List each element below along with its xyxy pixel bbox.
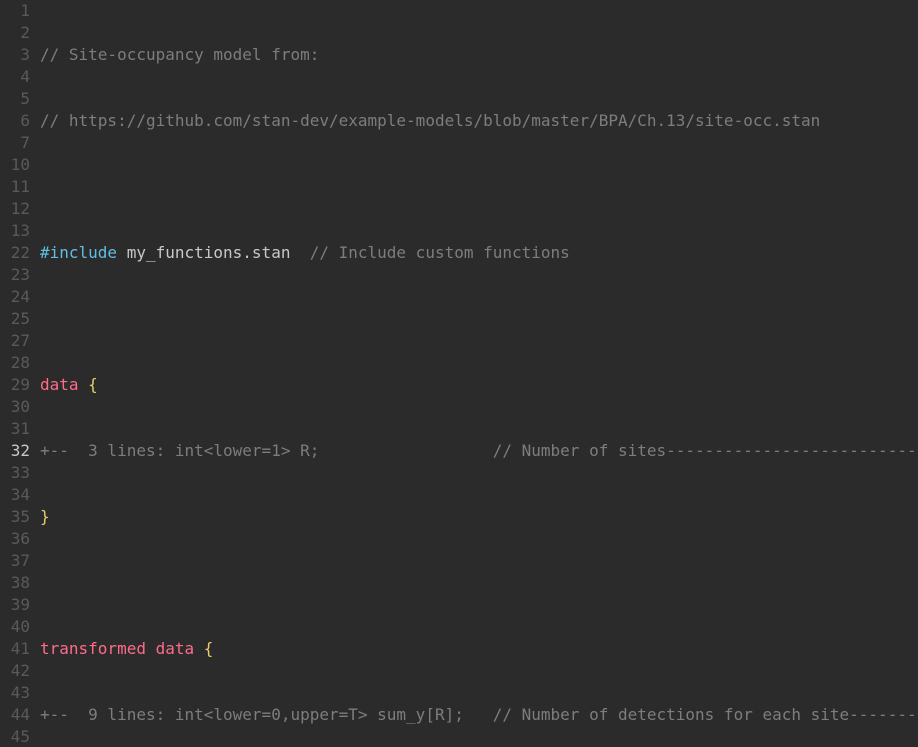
code-line[interactable]: }: [36, 506, 918, 528]
keyword-transformed: transformed: [40, 639, 146, 658]
line-number: 13: [0, 220, 30, 242]
line-number: 22: [0, 242, 30, 264]
keyword-data: data: [40, 375, 79, 394]
line-number-gutter: 1 2 3 4 5 6 7 10 11 12 13 22 23 24 25 27…: [0, 0, 36, 747]
line-number: 39: [0, 594, 30, 616]
code-line[interactable]: #include my_functions.stan // Include cu…: [36, 242, 918, 264]
comment-text: // Site-occupancy model from:: [40, 45, 319, 64]
line-number: 28: [0, 352, 30, 374]
preproc-directive: #include: [40, 243, 117, 262]
brace-close: }: [40, 507, 50, 526]
line-number: 45: [0, 726, 30, 747]
comment-text: // Include custom functions: [290, 243, 569, 262]
fold-summary: +-- 3 lines: int<lower=1> R; // Number o…: [40, 441, 918, 460]
code-line[interactable]: [36, 572, 918, 594]
line-number: 7: [0, 132, 30, 154]
fold-line[interactable]: +-- 9 lines: int<lower=0,upper=T> sum_y[…: [36, 704, 918, 726]
fold-line[interactable]: +-- 3 lines: int<lower=1> R; // Number o…: [36, 440, 918, 462]
line-number: 5: [0, 88, 30, 110]
line-number: 1: [0, 0, 30, 22]
line-number: 10: [0, 154, 30, 176]
line-number: 27: [0, 330, 30, 352]
line-number: 34: [0, 484, 30, 506]
code-line[interactable]: [36, 176, 918, 198]
fold-summary: +-- 9 lines: int<lower=0,upper=T> sum_y[…: [40, 705, 918, 724]
code-line[interactable]: data {: [36, 374, 918, 396]
line-number: 3: [0, 44, 30, 66]
line-number: 25: [0, 308, 30, 330]
brace-open: {: [194, 639, 213, 658]
include-filename: my_functions.stan: [117, 243, 290, 262]
line-number: 42: [0, 660, 30, 682]
line-number: 23: [0, 264, 30, 286]
code-line[interactable]: // https://github.com/stan-dev/example-m…: [36, 110, 918, 132]
brace-open: {: [79, 375, 98, 394]
line-number: 33: [0, 462, 30, 484]
code-editor[interactable]: 1 2 3 4 5 6 7 10 11 12 13 22 23 24 25 27…: [0, 0, 918, 747]
line-number: 37: [0, 550, 30, 572]
code-line[interactable]: [36, 308, 918, 330]
line-number: 44: [0, 704, 30, 726]
line-number: 24: [0, 286, 30, 308]
line-number: 40: [0, 616, 30, 638]
line-number-current: 32: [0, 440, 30, 462]
keyword-data: data: [146, 639, 194, 658]
line-number: 36: [0, 528, 30, 550]
line-number: 2: [0, 22, 30, 44]
line-number: 29: [0, 374, 30, 396]
line-number: 30: [0, 396, 30, 418]
line-number: 41: [0, 638, 30, 660]
code-area[interactable]: // Site-occupancy model from: // https:/…: [36, 0, 918, 747]
line-number: 6: [0, 110, 30, 132]
line-number: 38: [0, 572, 30, 594]
line-number: 11: [0, 176, 30, 198]
line-number: 4: [0, 66, 30, 88]
line-number: 35: [0, 506, 30, 528]
line-number: 31: [0, 418, 30, 440]
line-number: 43: [0, 682, 30, 704]
code-line[interactable]: // Site-occupancy model from:: [36, 44, 918, 66]
comment-text: // https://github.com/stan-dev/example-m…: [40, 111, 820, 130]
code-line[interactable]: transformed data {: [36, 638, 918, 660]
line-number: 12: [0, 198, 30, 220]
